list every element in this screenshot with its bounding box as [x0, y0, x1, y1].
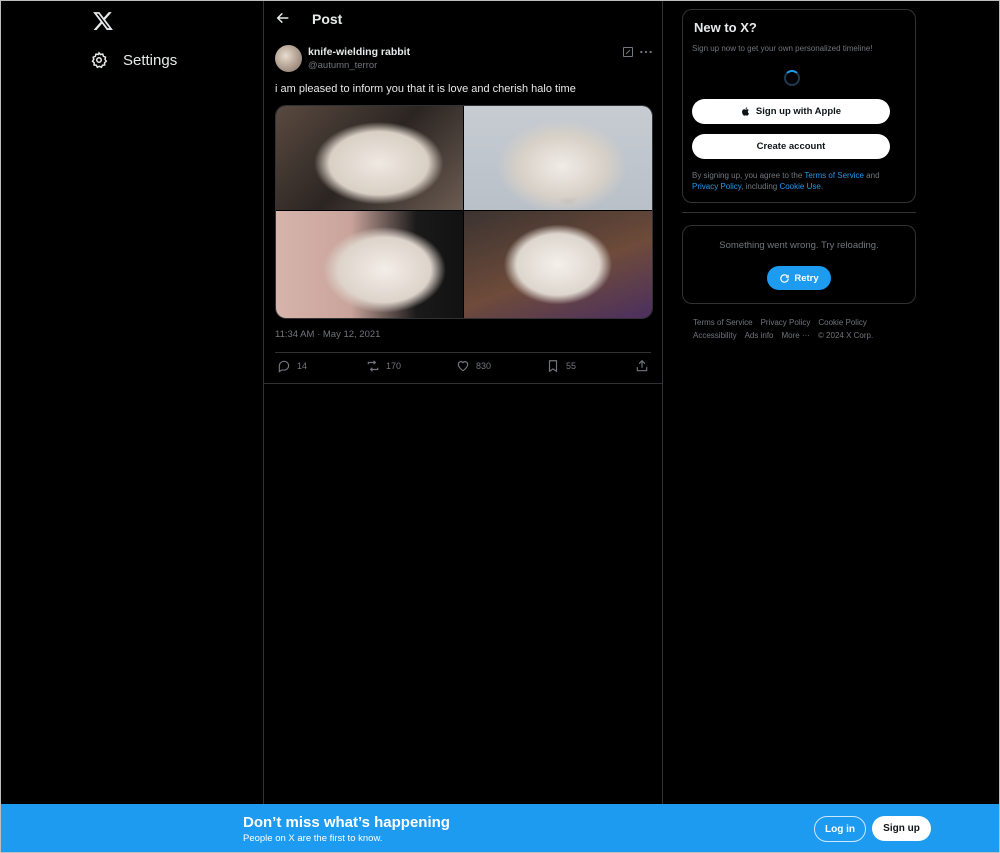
- post-media-grid: [275, 105, 653, 319]
- author-handle[interactable]: @autumn_terror: [308, 60, 377, 71]
- error-message: Something went wrong. Try reloading.: [719, 240, 879, 251]
- reply-count: 14: [297, 361, 308, 371]
- post-author: knife-wielding rabbit @autumn_terror: [275, 44, 655, 74]
- gear-icon: [91, 51, 108, 69]
- retry-button[interactable]: Retry: [767, 266, 831, 290]
- apple-icon: [741, 107, 749, 116]
- arrow-left-icon[interactable]: [275, 10, 291, 26]
- share-icon: [636, 359, 648, 372]
- x-logo-icon[interactable]: [92, 10, 114, 32]
- left-nav: Settings: [1, 1, 263, 804]
- banner-subtitle: People on X are the first to know.: [243, 833, 383, 844]
- signup-button[interactable]: Sign up: [872, 816, 931, 841]
- privacy-link[interactable]: Privacy Policy: [692, 182, 741, 191]
- footer-copyright: © 2024 X Corp.: [817, 331, 874, 340]
- footer-link-ads-info[interactable]: Ads info: [745, 331, 774, 340]
- grok-icon[interactable]: [622, 46, 634, 58]
- avatar[interactable]: [275, 45, 302, 72]
- banner-title: Don’t miss what’s happening: [243, 814, 450, 831]
- legal-and: and: [863, 171, 880, 180]
- author-name[interactable]: knife-wielding rabbit: [308, 46, 410, 58]
- repost-button[interactable]: 170: [366, 359, 401, 373]
- footer-link-terms[interactable]: Terms of Service: [693, 318, 753, 327]
- legal-prefix: By signing up, you agree to the: [692, 171, 805, 180]
- repost-icon: [367, 360, 379, 372]
- like-count: 830: [476, 361, 492, 371]
- footer-link-more[interactable]: More ···: [781, 331, 809, 340]
- signup-apple-button[interactable]: Sign up with Apple: [692, 99, 890, 124]
- create-account-button[interactable]: Create account: [692, 134, 890, 159]
- signup-card-subtitle: Sign up now to get your own personalized…: [692, 44, 873, 53]
- post-photo-4[interactable]: [464, 211, 652, 318]
- refresh-icon: [780, 273, 790, 283]
- retry-label: Retry: [794, 272, 819, 284]
- signup-card-title: New to X?: [694, 20, 757, 35]
- cookie-use-link[interactable]: Cookie Use: [779, 182, 820, 191]
- divider: [275, 352, 651, 353]
- footer-links: Terms of Service Privacy Policy Cookie Pol…: [693, 316, 907, 342]
- post-actions: 14 170 830 55: [275, 359, 651, 377]
- signup-apple-label: Sign up with Apple: [755, 106, 842, 117]
- signup-banner: Don’t miss what’s happening People on X …: [1, 804, 999, 852]
- post-photo-3[interactable]: [276, 211, 463, 318]
- footer-link-accessibility[interactable]: Accessibility: [693, 331, 737, 340]
- error-card: Something went wrong. Try reloading. Ret…: [682, 225, 916, 304]
- right-sidebar: New to X? Sign up now to get your own pe…: [682, 1, 916, 804]
- terms-link[interactable]: Terms of Service: [804, 171, 864, 180]
- reply-icon: [278, 360, 290, 373]
- nav-settings-label: Settings: [123, 51, 178, 69]
- share-button[interactable]: [635, 359, 649, 373]
- page-title: Post: [312, 11, 343, 27]
- post-timestamp[interactable]: 11:34 AM · May 12, 2021: [275, 329, 380, 340]
- footer-link-privacy[interactable]: Privacy Policy: [761, 318, 811, 327]
- divider: [682, 212, 916, 213]
- post-photo-1[interactable]: [276, 106, 463, 210]
- nav-settings[interactable]: Settings: [90, 47, 177, 73]
- divider: [264, 383, 662, 384]
- legal-including: , including: [741, 182, 780, 191]
- bookmark-count: 55: [566, 361, 577, 371]
- footer-link-cookie[interactable]: Cookie Policy: [818, 318, 866, 327]
- heart-icon: [457, 361, 469, 372]
- legal-end: .: [820, 182, 824, 191]
- loading-spinner-icon: [784, 70, 800, 86]
- reply-button[interactable]: 14: [277, 359, 307, 373]
- post-photo-2[interactable]: [464, 106, 652, 210]
- app-frame: Settings Post knife-wielding rabbit @aut…: [0, 0, 1000, 853]
- post-column: Post knife-wielding rabbit @autumn_terro…: [263, 1, 663, 804]
- more-options-icon[interactable]: [639, 46, 653, 58]
- post-header: Post: [264, 1, 662, 39]
- signup-card: New to X? Sign up now to get your own pe…: [682, 9, 916, 203]
- login-button[interactable]: Log in: [814, 816, 866, 842]
- signup-legal-text: By signing up, you agree to the Terms of…: [692, 170, 906, 192]
- create-account-label: Create account: [756, 141, 826, 152]
- like-button[interactable]: 830: [456, 359, 491, 373]
- repost-count: 170: [386, 361, 402, 371]
- post-text: i am pleased to inform you that it is lo…: [275, 83, 576, 95]
- bookmark-button[interactable]: 55: [546, 359, 576, 373]
- bookmark-icon: [548, 360, 558, 373]
